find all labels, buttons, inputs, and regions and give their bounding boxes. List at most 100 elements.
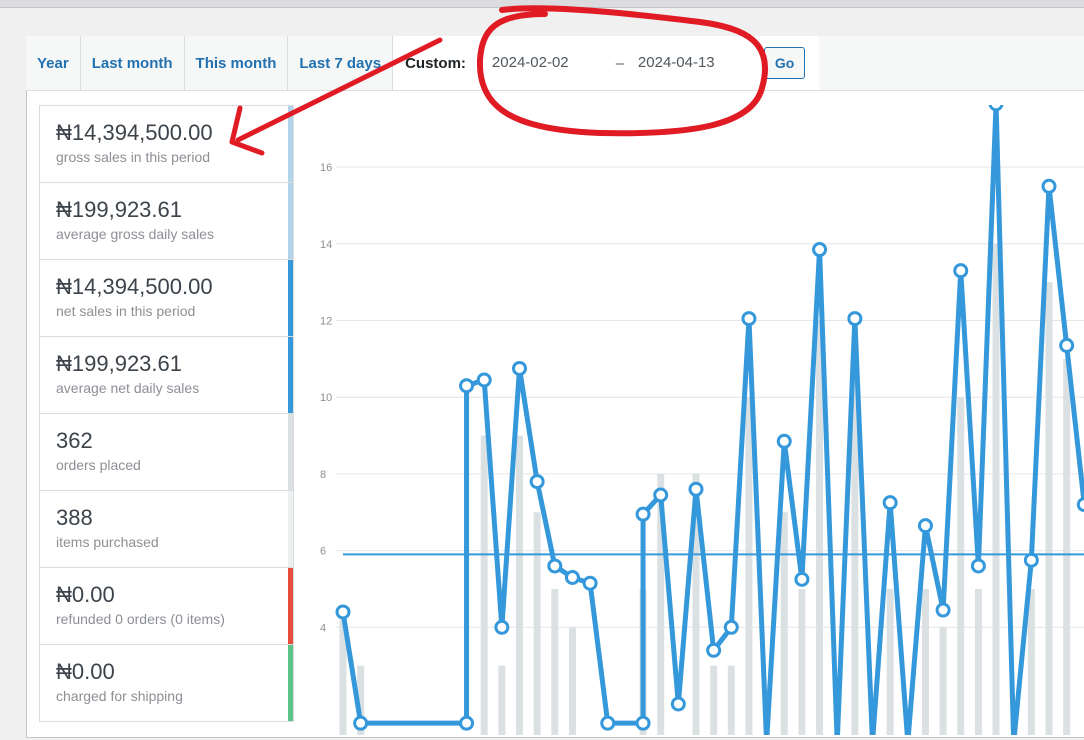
data-point: [1059, 337, 1075, 353]
legend-description: charged for shipping: [56, 688, 183, 704]
data-point: [670, 696, 686, 712]
order-count-bar: [939, 627, 947, 740]
tab-last-7-days[interactable]: Last 7 days: [288, 36, 394, 90]
order-count-bar: [921, 588, 929, 740]
order-count-bar: [992, 243, 1000, 740]
legend-color-bar: [288, 568, 293, 644]
data-point: [547, 558, 563, 574]
legend-color-bar: [288, 260, 293, 336]
sales-chart: 1816141210864: [306, 85, 1084, 740]
legend-average-net[interactable]: ₦199,923.61 average net daily sales: [40, 337, 293, 414]
order-count-bar: [480, 435, 488, 740]
data-point: [917, 518, 933, 534]
y-tick-label: 10: [320, 392, 332, 404]
y-tick-label: 12: [320, 316, 332, 328]
legend-description: net sales in this period: [56, 303, 196, 319]
legend-value: 362: [56, 428, 93, 453]
tab-this-month[interactable]: This month: [185, 36, 289, 90]
order-count-bar: [780, 512, 788, 740]
legend-value: ₦0.00: [56, 582, 115, 607]
y-tick-label: 6: [320, 546, 326, 558]
data-point: [776, 433, 792, 449]
tab-custom: Custom: 2024-02-02 – 2024-04-13 Go: [393, 36, 820, 90]
legend-description: refunded 0 orders (0 items): [56, 611, 225, 627]
data-point: [635, 715, 651, 731]
legend-value: ₦14,394,500.00: [56, 274, 213, 299]
data-point: [494, 619, 510, 635]
legend-items-purchased[interactable]: 388 items purchased: [40, 491, 293, 568]
chart-legend: ₦14,394,500.00 gross sales in this perio…: [39, 105, 294, 722]
date-from-input[interactable]: 2024-02-02: [484, 46, 610, 80]
data-point: [529, 474, 545, 490]
legend-value: 388: [56, 505, 93, 530]
legend-description: orders placed: [56, 457, 141, 473]
order-count-bar: [798, 588, 806, 740]
legend-color-bar: [288, 491, 293, 567]
data-point: [723, 619, 739, 635]
data-point: [935, 602, 951, 618]
legend-net-sales[interactable]: ₦14,394,500.00 net sales in this period: [40, 260, 293, 337]
data-point: [688, 481, 704, 497]
order-count-bar: [957, 397, 965, 740]
legend-average-gross[interactable]: ₦199,923.61 average gross daily sales: [40, 183, 293, 260]
data-point: [564, 569, 580, 585]
custom-range-label: Custom:: [405, 54, 466, 72]
data-point: [635, 506, 651, 522]
legend-shipping[interactable]: ₦0.00 charged for shipping: [40, 645, 293, 722]
sales-chart-svg: 1816141210864: [320, 85, 1084, 740]
legend-color-bar: [288, 106, 293, 182]
admin-top-bar: [0, 0, 1084, 8]
net-sales-line: [340, 101, 1084, 740]
data-point: [476, 372, 492, 388]
order-count-bar: [1045, 282, 1053, 740]
order-count-bar: [533, 512, 541, 740]
order-count-bar: [551, 588, 559, 740]
legend-value: ₦199,923.61: [56, 351, 182, 376]
y-tick-label: 4: [320, 622, 326, 634]
data-point: [706, 642, 722, 658]
data-point: [794, 571, 810, 587]
tab-last-month[interactable]: Last month: [81, 36, 185, 90]
legend-orders-placed[interactable]: 362 orders placed: [40, 414, 293, 491]
order-count-bar: [745, 397, 753, 740]
order-count-bar: [568, 627, 576, 740]
legend-gross-sales[interactable]: ₦14,394,500.00 gross sales in this perio…: [40, 106, 293, 183]
legend-description: items purchased: [56, 534, 159, 550]
data-point: [1023, 552, 1039, 568]
data-point: [970, 558, 986, 574]
data-point: [353, 715, 369, 731]
data-point: [1076, 497, 1084, 513]
data-point: [882, 495, 898, 511]
order-count-bar: [1063, 358, 1071, 740]
legend-description: gross sales in this period: [56, 149, 211, 165]
data-point: [847, 311, 863, 327]
data-point: [741, 311, 757, 327]
order-count-bar: [710, 665, 718, 740]
legend-color-bar: [288, 414, 293, 490]
go-button[interactable]: Go: [763, 47, 806, 79]
order-count-bar: [974, 588, 982, 740]
data-point: [512, 360, 527, 376]
order-count-bar: [886, 588, 894, 740]
order-count-bar: [498, 665, 506, 740]
legend-value: ₦0.00: [56, 659, 115, 684]
order-count-bar: [516, 435, 523, 740]
data-point: [812, 242, 828, 258]
y-tick-label: 14: [320, 239, 332, 251]
legend-color-bar: [288, 337, 293, 413]
legend-description: average net daily sales: [56, 380, 200, 396]
legend-description: average gross daily sales: [56, 226, 214, 242]
y-tick-label: 16: [320, 162, 332, 174]
order-count-bar: [727, 665, 735, 740]
data-point: [600, 715, 616, 731]
data-point: [653, 487, 669, 503]
date-separator: –: [615, 54, 625, 72]
data-point: [335, 604, 351, 620]
data-point: [459, 378, 475, 394]
legend-value: ₦199,923.61: [56, 197, 182, 222]
data-point: [1041, 178, 1057, 194]
legend-refunds[interactable]: ₦0.00 refunded 0 orders (0 items): [40, 568, 293, 645]
tab-year[interactable]: Year: [26, 36, 81, 90]
data-point: [582, 575, 598, 591]
date-to-input[interactable]: 2024-04-13: [630, 46, 756, 80]
